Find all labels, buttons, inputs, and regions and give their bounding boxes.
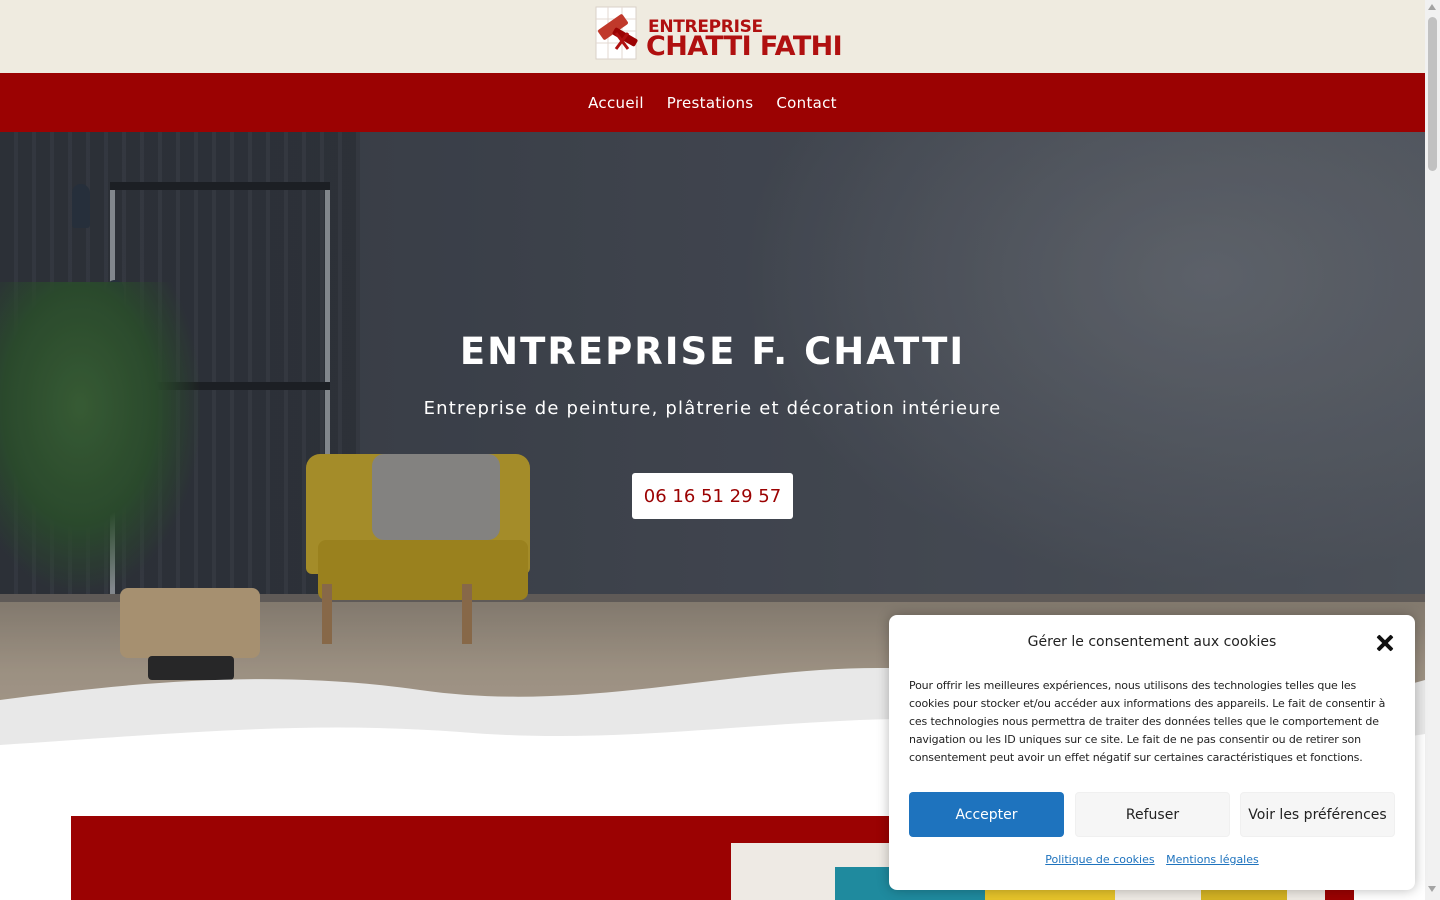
accept-button[interactable]: Accepter (909, 792, 1064, 837)
scroll-down-arrow-icon[interactable] (1428, 886, 1436, 892)
close-icon[interactable] (1375, 633, 1395, 653)
nav-item-prestations[interactable]: Prestations (667, 94, 754, 112)
scroll-up-arrow-icon[interactable] (1428, 4, 1436, 10)
logo-bar: ENTREPRISE CHATTI FATHI (0, 0, 1425, 73)
hero-title: ENTREPRISE F. CHATTI (459, 330, 966, 373)
page-scrollbar[interactable] (1425, 0, 1440, 900)
phone-button[interactable]: 06 16 51 29 57 (632, 473, 793, 519)
nav-item-contact[interactable]: Contact (776, 94, 836, 112)
nav-item-accueil[interactable]: Accueil (588, 94, 644, 112)
cookie-links: Politique de cookies Mentions légales (889, 853, 1415, 866)
main-nav: Accueil Prestations Contact (0, 73, 1425, 132)
site-logo[interactable]: ENTREPRISE CHATTI FATHI (594, 3, 844, 65)
view-preferences-button[interactable]: Voir les préférences (1240, 792, 1395, 837)
refuse-button[interactable]: Refuser (1075, 792, 1230, 837)
scrollbar-thumb[interactable] (1428, 17, 1437, 171)
hero-subtitle: Entreprise de peinture, plâtrerie et déc… (423, 398, 1002, 419)
cookie-consent-dialog: Gérer le consentement aux cookies Pour o… (889, 615, 1415, 890)
cookie-dialog-title: Gérer le consentement aux cookies (1027, 634, 1277, 650)
cookie-dialog-text: Pour offrir les meilleures expériences, … (909, 679, 1386, 764)
paint-roller-icon (595, 6, 638, 60)
cookie-policy-link[interactable]: Politique de cookies (1045, 853, 1154, 866)
logo-line-2: CHATTI FATHI (646, 31, 843, 62)
legal-notice-link[interactable]: Mentions légales (1166, 853, 1259, 866)
